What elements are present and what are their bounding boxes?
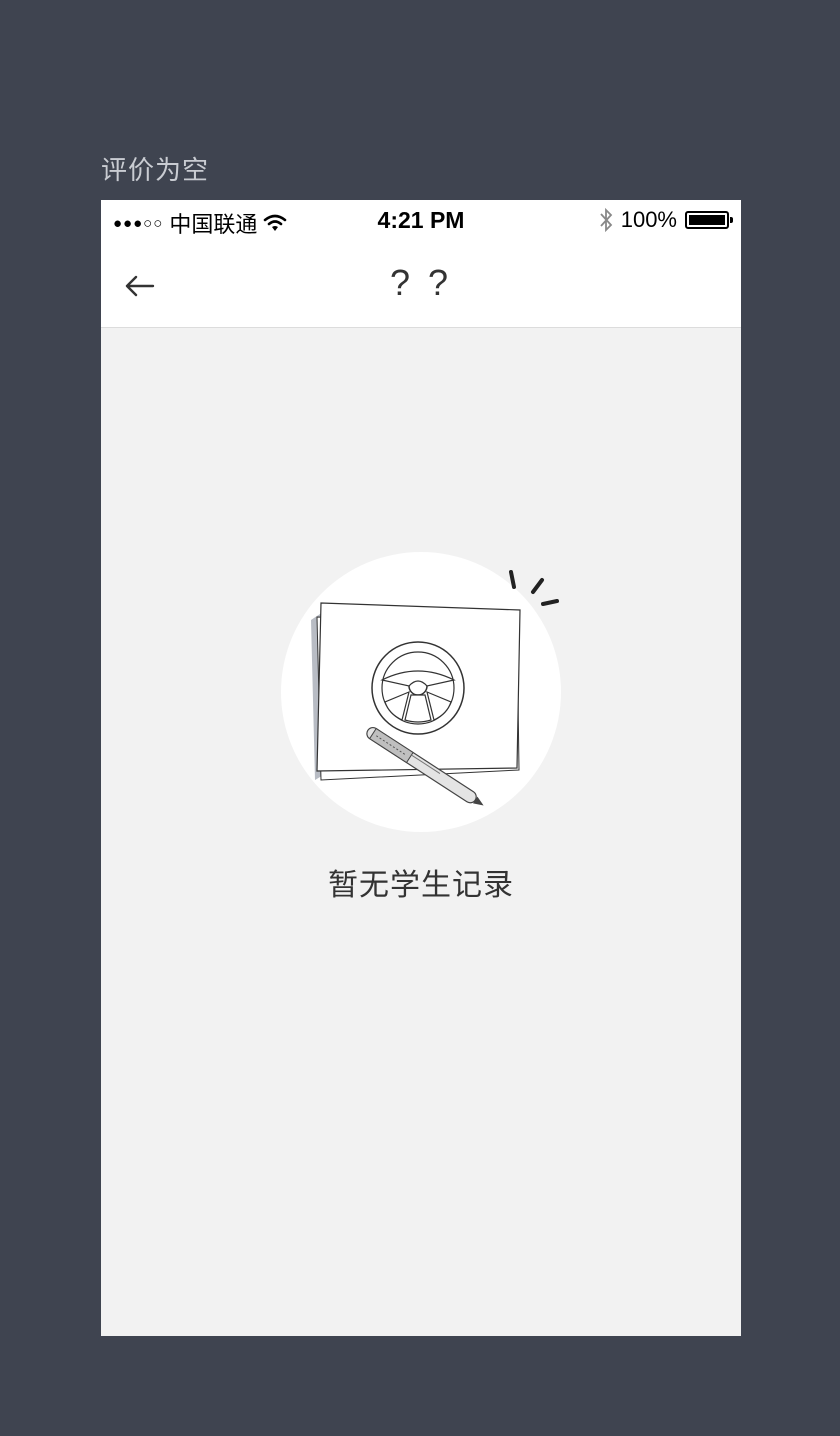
nav-bar: ? ? <box>101 240 741 328</box>
steering-wheel-paper-pen-icon <box>281 552 561 832</box>
nav-title: ? ? <box>389 262 453 303</box>
empty-illustration <box>281 552 561 832</box>
battery-icon <box>685 211 733 229</box>
phone-screen: ●●●○○ 中国联通 4:21 PM 100% ? ? 暂无学生记录 <box>101 200 741 1336</box>
battery-fill <box>689 215 725 225</box>
status-right: 100% <box>599 207 733 233</box>
page-label: 评价为空 <box>101 156 210 186</box>
bluetooth-icon <box>600 207 612 233</box>
status-bar: ●●●○○ 中国联通 4:21 PM 100% <box>101 200 741 240</box>
empty-message: 暂无学生记录 <box>328 868 514 903</box>
battery-percent: 100% <box>620 207 677 232</box>
